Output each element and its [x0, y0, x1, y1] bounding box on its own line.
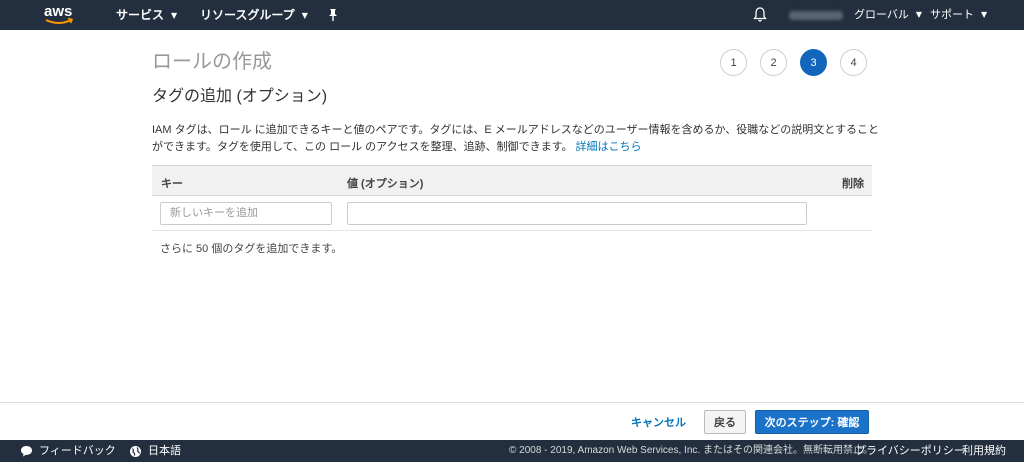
support-menu[interactable]: サポート ▼ [930, 0, 987, 30]
column-header-value: 値 (オプション) [347, 178, 424, 190]
footer-bar: フィードバック 日本語 © 2008 - 2019, Amazon Web Se… [0, 440, 1024, 462]
services-menu[interactable]: サービス ▼ [116, 0, 177, 30]
chevron-down-icon: ▼ [915, 10, 923, 19]
pin-icon[interactable] [327, 8, 339, 26]
top-navigation-bar: aws サービス ▼ リソースグループ ▼ グローバル ▼ サポート ▼ [0, 0, 1024, 30]
services-menu-label: サービス [116, 8, 165, 22]
terms-of-use-link[interactable]: 利用規約 [962, 440, 1006, 462]
cancel-button[interactable]: キャンセル [631, 414, 686, 430]
language-label: 日本語 [148, 445, 181, 457]
copyright-text: © 2008 - 2019, Amazon Web Services, Inc.… [509, 445, 873, 456]
tag-table-header: キー 値 (オプション) 削除 [152, 165, 872, 196]
step-1[interactable]: 1 [720, 49, 747, 76]
value-input[interactable] [347, 202, 807, 225]
page-title: ロールの作成 [152, 51, 272, 73]
chevron-down-icon: ▼ [301, 11, 308, 20]
feedback-link[interactable]: フィードバック [20, 440, 116, 462]
tag-description-text: IAM タグは、ロール に追加できるキーと値のペアです。タグには、E メールアド… [152, 124, 879, 153]
aws-smile-icon [45, 17, 74, 24]
section-title: タグの追加 (オプション) [152, 88, 328, 105]
step-3-current: 3 [800, 49, 827, 76]
globe-icon [130, 445, 141, 457]
region-menu[interactable]: グローバル ▼ [854, 0, 922, 30]
step-4[interactable]: 4 [840, 49, 867, 76]
tag-table: キー 値 (オプション) 削除 新しいキーを追加 [152, 165, 872, 231]
notification-bell-icon[interactable] [753, 6, 769, 24]
tag-description: IAM タグは、ロール に追加できるキーと値のペアです。タグには、E メールアド… [152, 122, 882, 156]
table-row: 新しいキーを追加 [152, 196, 872, 231]
column-header-key: キー [161, 178, 183, 190]
back-button[interactable]: 戻る [704, 410, 746, 434]
remaining-tags-text: さらに 50 個のタグを追加できます。 [160, 243, 343, 255]
new-key-input[interactable]: 新しいキーを追加 [160, 202, 332, 225]
learn-more-link[interactable]: 詳細はこちら [576, 141, 642, 153]
account-menu-blurred[interactable] [789, 11, 843, 20]
chevron-down-icon: ▼ [981, 10, 988, 19]
language-selector[interactable]: 日本語 [129, 440, 181, 462]
region-menu-label: グローバル [854, 8, 909, 21]
support-menu-label: サポート [930, 8, 974, 21]
step-2[interactable]: 2 [760, 49, 787, 76]
wizard-action-bar: キャンセル 戻る 次のステップ: 確認 [0, 402, 1024, 440]
feedback-label: フィードバック [39, 445, 116, 457]
column-header-delete: 削除 [842, 178, 864, 190]
chevron-down-icon: ▼ [171, 11, 178, 20]
resource-groups-menu-label: リソースグループ [200, 8, 295, 22]
wizard-step-indicator: 1 2 3 4 [720, 49, 867, 76]
next-step-button[interactable]: 次のステップ: 確認 [755, 410, 869, 434]
resource-groups-menu[interactable]: リソースグループ ▼ [200, 0, 308, 30]
privacy-policy-link[interactable]: プライバシーポリシー [855, 440, 965, 462]
aws-logo[interactable]: aws [44, 3, 78, 27]
speech-bubble-icon [21, 446, 32, 457]
